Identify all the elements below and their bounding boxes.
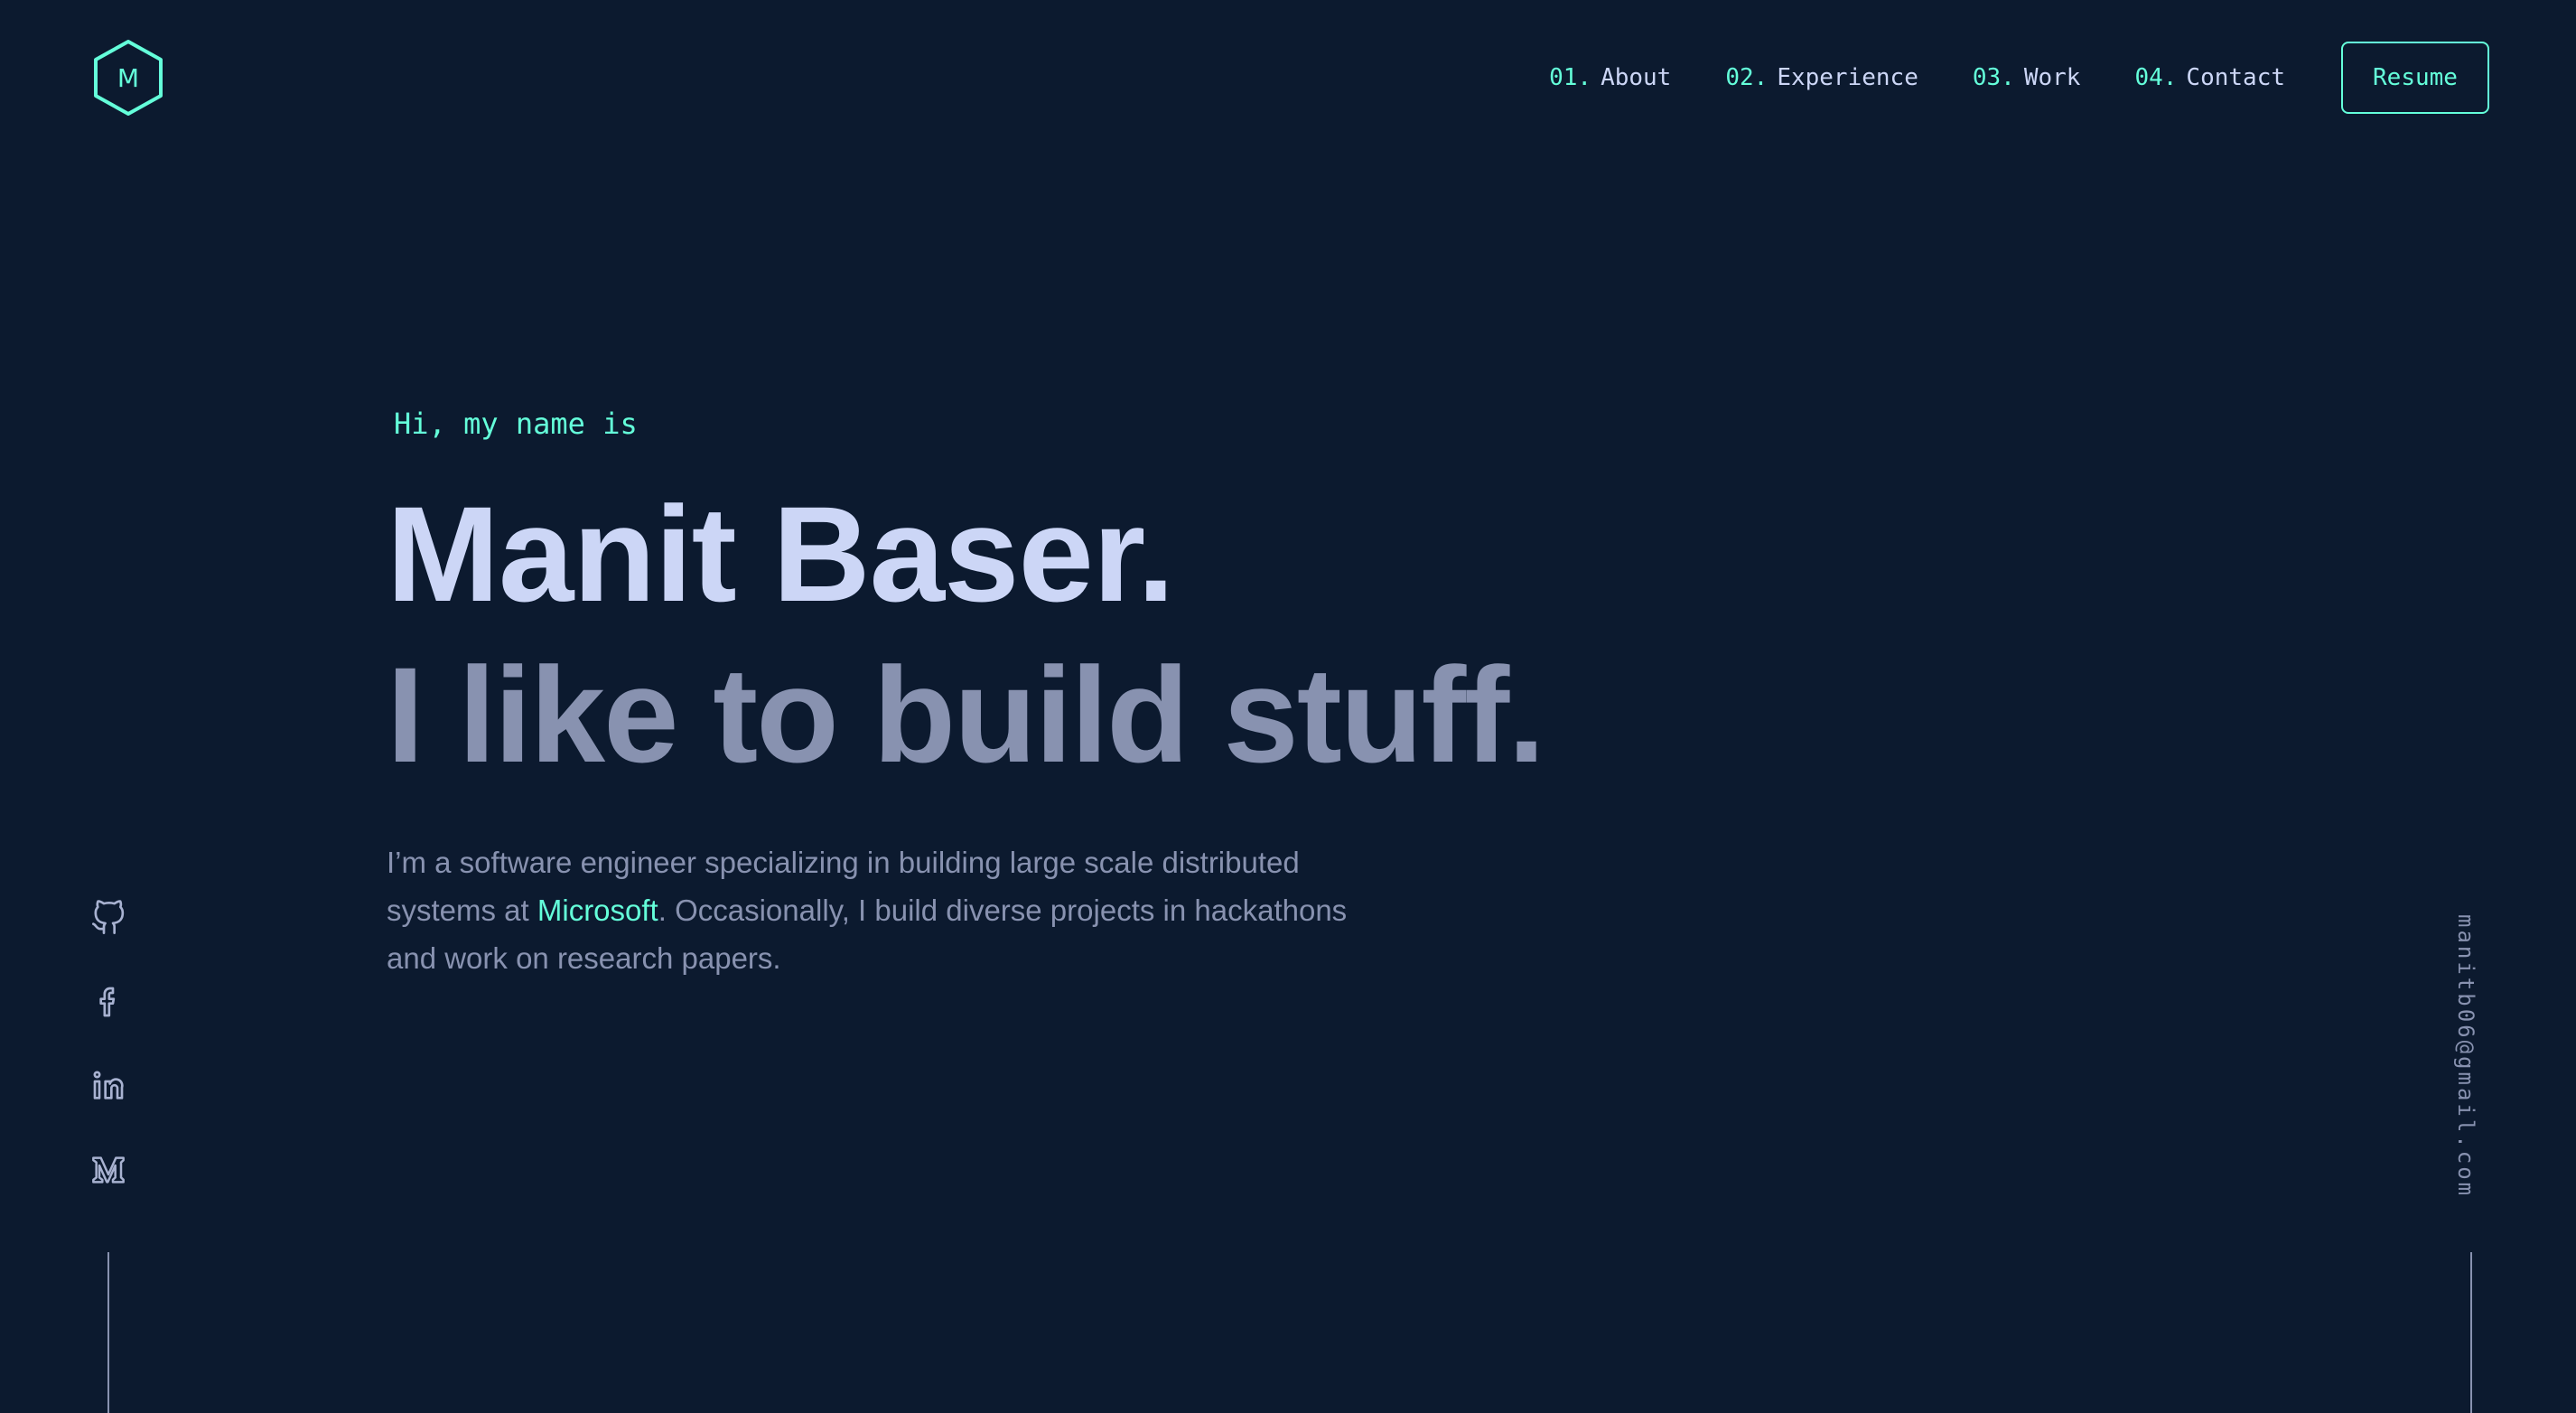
email-link[interactable]: manitb06@gmail.com — [2453, 914, 2478, 1198]
github-link[interactable] — [87, 896, 130, 940]
hero-tagline: I like to build stuff. — [387, 639, 1545, 791]
top-nav: 01. About 02. Experience 03. Work 04. Co… — [1549, 42, 2489, 114]
nav-item-work[interactable]: 03. Work — [1973, 64, 2081, 91]
nav-item-number: 01. — [1549, 64, 1592, 91]
social-links — [87, 896, 130, 1232]
nav-item-number: 02. — [1725, 64, 1769, 91]
hero-name: Manit Baser. — [387, 478, 1175, 630]
nav-item-label: Contact — [2186, 64, 2285, 91]
intro-paragraph: I’m a software engineer specializing in … — [387, 838, 1398, 982]
nav-item-number: 03. — [1972, 64, 2015, 91]
left-vertical-line — [107, 1252, 109, 1413]
nav-item-label: Work — [2023, 64, 2081, 91]
linkedin-icon — [93, 1071, 124, 1100]
linkedin-link[interactable] — [87, 1064, 130, 1108]
medium-icon — [92, 1156, 125, 1184]
hero-section: Hi, my name is Manit Baser. I like to bu… — [387, 407, 1545, 982]
nav-item-label: Experience — [1777, 64, 1918, 91]
right-vertical-line — [2470, 1252, 2472, 1413]
medium-link[interactable] — [87, 1148, 130, 1192]
logo-letter: M — [117, 62, 140, 93]
logo[interactable]: M — [92, 38, 164, 117]
nav-item-number: 04. — [2134, 64, 2178, 91]
resume-button[interactable]: Resume — [2341, 42, 2489, 114]
nav-item-about[interactable]: 01. About — [1549, 64, 1671, 91]
microsoft-link[interactable]: Microsoft — [537, 894, 658, 927]
nav-item-label: About — [1601, 64, 1672, 91]
nav-item-experience[interactable]: 02. Experience — [1725, 64, 1918, 91]
facebook-icon — [99, 987, 116, 1017]
nav-item-contact[interactable]: 04. Contact — [2134, 64, 2285, 91]
greeting-text: Hi, my name is — [394, 407, 638, 441]
github-icon — [92, 900, 125, 934]
facebook-link[interactable] — [87, 980, 130, 1024]
